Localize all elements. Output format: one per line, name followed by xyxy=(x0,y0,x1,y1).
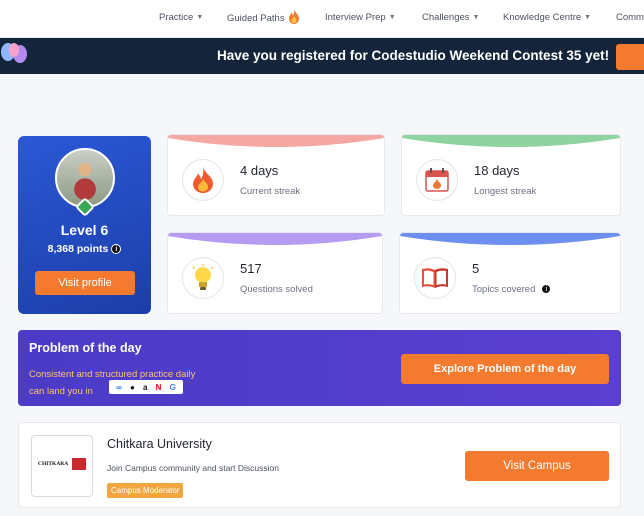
google-logo-icon: G xyxy=(169,382,176,392)
banner-register-button[interactable] xyxy=(616,44,644,70)
card-wave-decoration xyxy=(402,135,620,147)
visit-profile-button[interactable]: Visit profile xyxy=(35,271,135,295)
card-wave-decoration xyxy=(400,233,620,245)
top-nav: Practice ▼ Guided Paths Interview Prep ▼… xyxy=(0,0,644,38)
card-wave-decoration xyxy=(168,233,382,245)
info-icon[interactable]: i xyxy=(111,244,122,255)
amazon-logo-icon: a xyxy=(143,382,148,392)
flame-icon xyxy=(288,9,299,24)
stat-label: Current streak xyxy=(240,186,301,197)
nav-guided-paths[interactable]: Guided Paths xyxy=(227,9,300,24)
stat-icon-circle xyxy=(182,159,224,201)
stat-card-longest-streak: 18 days Longest streak xyxy=(401,134,621,216)
nav-challenges-label: Challenges xyxy=(422,12,470,23)
stat-icon-circle xyxy=(416,159,458,201)
banner-text: Have you registered for Codestudio Weeke… xyxy=(217,48,610,63)
stat-value: 5 xyxy=(472,261,480,276)
university-logo-text: CHITKARA xyxy=(38,461,69,467)
calendar-flame-icon xyxy=(425,168,449,192)
stat-card-current-streak: 4 days Current streak xyxy=(167,134,385,216)
stat-card-topics-covered: 5 Topics covered i xyxy=(399,232,621,314)
chevron-down-icon: ▼ xyxy=(584,14,592,21)
nav-practice[interactable]: Practice ▼ xyxy=(159,12,203,23)
netflix-logo-icon: N xyxy=(155,382,162,392)
profile-points: 8,368 points xyxy=(47,243,109,255)
meta-logo-icon: ∞ xyxy=(116,382,122,392)
university-logo: CHITKARA xyxy=(31,435,93,497)
nav-community-label: Comm xyxy=(616,12,644,23)
lightbulb-icon xyxy=(192,264,214,290)
stat-icon-circle xyxy=(182,257,224,299)
nav-interview-prep-label: Interview Prep xyxy=(325,12,386,23)
flame-icon xyxy=(193,167,213,193)
apple-logo-icon: ● xyxy=(129,382,135,392)
contest-banner: Have you registered for Codestudio Weeke… xyxy=(0,38,644,74)
balloons-icon xyxy=(1,43,27,63)
nav-interview-prep[interactable]: Interview Prep ▼ xyxy=(325,12,396,23)
nav-challenges[interactable]: Challenges ▼ xyxy=(422,12,479,23)
campus-description: Join Campus community and start Discussi… xyxy=(107,463,279,473)
profile-card: Level 6 8,368 points i Visit profile xyxy=(18,136,151,314)
profile-points-row: 8,368 points i xyxy=(18,243,151,255)
stat-label: Topics covered xyxy=(472,284,536,295)
stat-label: Longest streak xyxy=(474,186,537,197)
profile-level: Level 6 xyxy=(60,222,109,238)
stat-label-row: Topics covered i xyxy=(472,284,552,295)
nav-community[interactable]: Comm xyxy=(616,12,644,23)
nav-knowledge-centre[interactable]: Knowledge Centre ▼ xyxy=(503,12,591,23)
stat-value: 4 days xyxy=(240,163,279,178)
visit-campus-button[interactable]: Visit Campus xyxy=(465,451,609,481)
potd-title: Problem of the day xyxy=(29,341,142,355)
info-icon[interactable]: i xyxy=(541,284,552,295)
problem-of-the-day-card: Problem of the day Consistent and struct… xyxy=(18,330,621,406)
nav-knowledge-centre-label: Knowledge Centre xyxy=(503,12,582,23)
nav-guided-paths-label: Guided Paths xyxy=(227,12,285,24)
chevron-down-icon: ▼ xyxy=(196,14,204,21)
stat-value: 18 days xyxy=(474,163,520,178)
university-logo-mark xyxy=(72,458,86,470)
stat-card-questions-solved: 517 Questions solved xyxy=(167,232,383,314)
campus-moderator-badge: Campus Moderator xyxy=(107,483,184,498)
stat-value: 517 xyxy=(240,261,262,276)
card-wave-decoration xyxy=(168,135,384,147)
explore-potd-button[interactable]: Explore Problem of the day xyxy=(401,354,609,384)
chevron-down-icon: ▼ xyxy=(472,14,480,21)
stat-label: Questions solved xyxy=(240,284,313,295)
nav-practice-label: Practice xyxy=(159,12,194,23)
stat-icon-circle xyxy=(414,257,456,299)
campus-card: CHITKARA Chitkara University Join Campus… xyxy=(18,422,621,508)
chevron-down-icon: ▼ xyxy=(388,14,396,21)
university-name: Chitkara University xyxy=(107,437,212,451)
book-icon xyxy=(422,268,448,288)
company-logos: ∞ ● a N G xyxy=(109,380,183,394)
